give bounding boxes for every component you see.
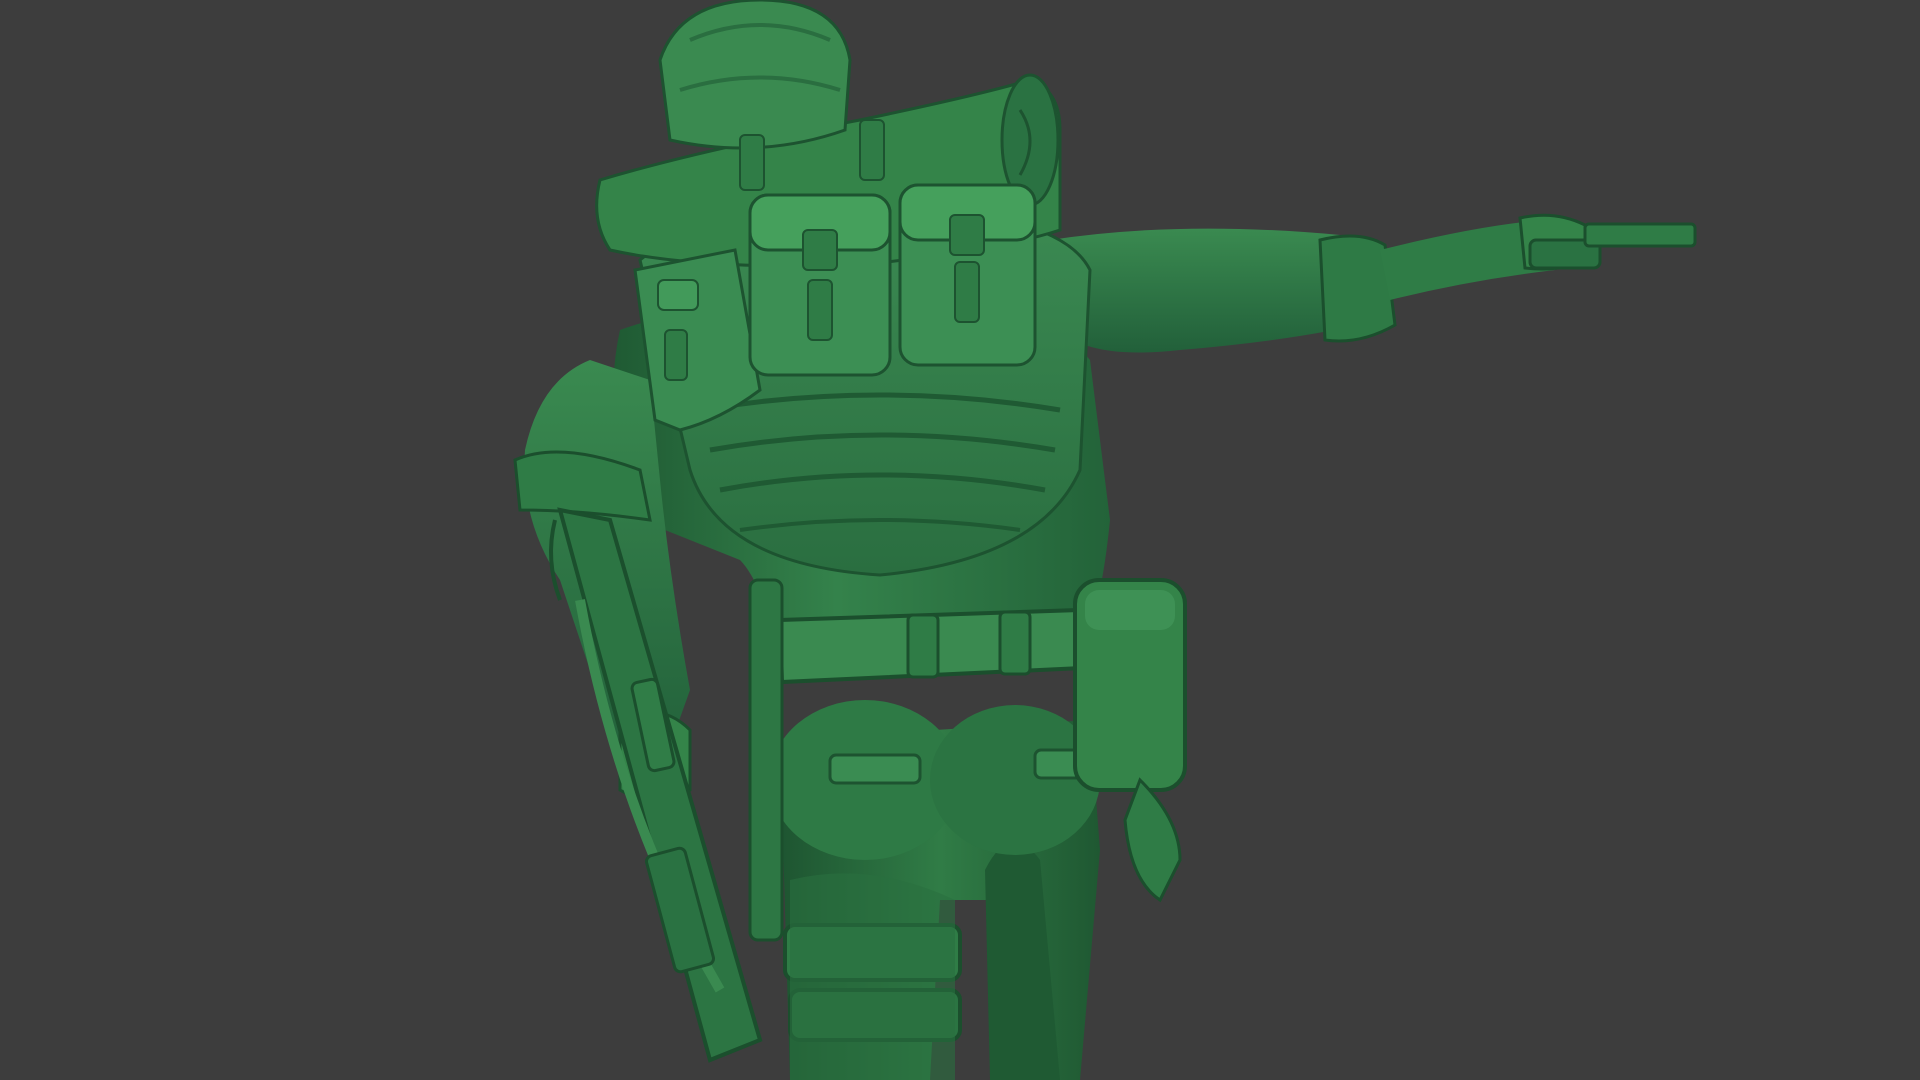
3d-viewport[interactable] <box>0 0 1920 1080</box>
right-arm <box>1050 213 1592 353</box>
knife-sheath <box>748 578 784 942</box>
helmet <box>658 0 852 150</box>
sculpt-render[interactable] <box>0 0 1920 1080</box>
thigh-holster <box>783 873 962 1080</box>
belt <box>777 607 1085 685</box>
